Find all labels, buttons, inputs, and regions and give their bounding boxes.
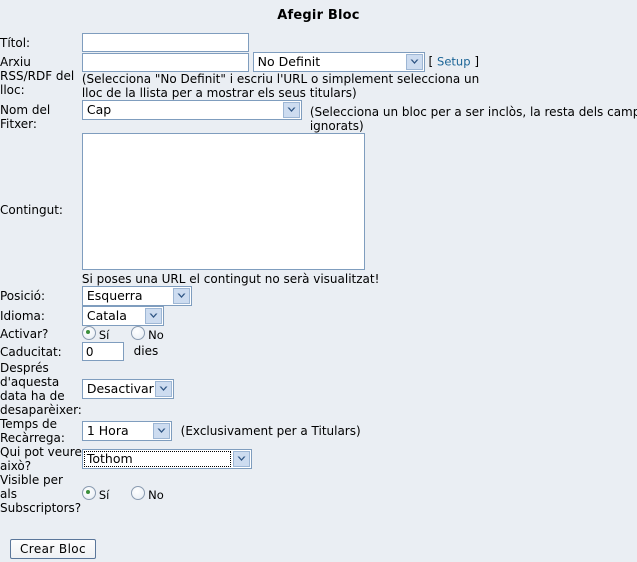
form-row-visibility: Qui pot veure això? Tothom [0, 445, 637, 473]
chevron-down-icon[interactable] [152, 423, 170, 439]
visibility-select-value: Tothom [86, 451, 133, 466]
activate-radio-no[interactable]: No [131, 326, 164, 342]
chevron-down-icon[interactable] [154, 381, 172, 397]
rss-site-select-value: No Definit [257, 54, 321, 69]
subscribers-radio-group: Sí No [81, 486, 182, 502]
content-hint: Si poses una URL el contingut no serà vi… [81, 272, 380, 286]
subscribers-radio-yes[interactable]: Sí [81, 486, 110, 502]
subscribers-radio-no[interactable]: No [131, 486, 164, 502]
after-date-select[interactable]: Desactivar [81, 379, 174, 399]
rss-label: Arxiu RSS/RDF del lloc: [0, 55, 75, 97]
radio-checked-icon[interactable] [81, 326, 96, 340]
activate-radio-yes-label: Sí [98, 328, 110, 342]
form-row-reload-time: Temps de Recàrrega: 1 Hora (Exclusivamen… [0, 417, 637, 445]
visibility-select[interactable]: Tothom [81, 449, 252, 469]
form-row-expiry: Caducitat: dies [0, 342, 637, 361]
expiry-label: Caducitat: [0, 344, 62, 359]
filename-hint-inline [306, 103, 310, 117]
filename-select[interactable]: Cap [81, 100, 302, 120]
chevron-down-icon[interactable] [405, 54, 423, 70]
form-row-filename: Nom del Fitxer: Cap (Selecciona un bloc … [0, 100, 637, 133]
radio-unchecked-icon[interactable] [131, 486, 146, 500]
setup-link[interactable]: Setup [437, 55, 470, 69]
filename-hint: (Selecciona un bloc per a ser inclòs, la… [309, 105, 637, 133]
rss-site-select[interactable]: No Definit [252, 52, 425, 72]
page-title: Afegir Bloc [277, 8, 360, 23]
form-row-language: Idioma: Catala [0, 306, 637, 326]
reload-time-label: Temps de Recàrrega: [0, 417, 65, 445]
add-block-page: Afegir Bloc Títol: Arxiu RSS/RDF del llo… [0, 0, 637, 562]
language-label: Idioma: [0, 309, 45, 323]
position-select[interactable]: Esquerra [81, 286, 192, 306]
chevron-down-icon[interactable] [144, 308, 162, 324]
language-select[interactable]: Catala [81, 306, 164, 326]
radio-unchecked-icon[interactable] [131, 326, 146, 340]
title-input[interactable] [81, 33, 249, 52]
form-row-title: Títol: [0, 33, 637, 52]
chevron-down-icon[interactable] [232, 451, 250, 467]
content-textarea[interactable] [81, 133, 365, 270]
form-row-rss: Arxiu RSS/RDF del lloc: No Definit [ Set… [0, 52, 637, 100]
chevron-down-icon[interactable] [282, 102, 300, 118]
expiry-unit-label: dies [133, 344, 159, 358]
subscribers-label: Visible per als Subscriptors? [0, 473, 82, 515]
create-block-button[interactable]: Crear Bloc [10, 539, 97, 559]
subscribers-radio-no-label: No [148, 488, 164, 502]
chevron-down-icon[interactable] [172, 288, 190, 304]
form-row-after-date: Després d'aquesta data ha de desaparèixe… [0, 361, 637, 417]
subscribers-radio-yes-label: Sí [98, 488, 110, 502]
setup-bracket-open: [ [428, 54, 434, 69]
expiry-days-input[interactable] [81, 342, 124, 361]
filename-select-value: Cap [86, 102, 112, 117]
position-label: Posició: [0, 289, 46, 303]
activate-radio-yes[interactable]: Sí [81, 326, 110, 342]
activate-radio-no-label: No [148, 328, 164, 342]
add-block-form: Títol: Arxiu RSS/RDF del lloc: No Defini… [0, 33, 637, 515]
rss-url-input[interactable] [81, 52, 249, 72]
activate-label: Activar? [0, 327, 49, 341]
form-row-activate: Activar? Sí No [0, 326, 637, 342]
reload-time-hint: (Exclusivament per a Titulars) [180, 423, 361, 438]
title-label: Títol: [0, 35, 31, 50]
rss-hint: (Selecciona "No Definit" i escriu l'URL … [81, 72, 480, 100]
activate-radio-group: Sí No [81, 326, 182, 342]
setup-bracket-close: ] [474, 54, 480, 69]
form-row-subscribers: Visible per als Subscriptors? Sí No [0, 473, 637, 515]
visibility-label: Qui pot veure això? [0, 445, 82, 473]
form-row-content: Contingut: Si poses una URL el contingut… [0, 133, 637, 286]
filename-label: Nom del Fitxer: [0, 102, 51, 131]
radio-checked-icon[interactable] [81, 486, 96, 500]
after-date-label: Després d'aquesta data ha de desaparèixe… [0, 361, 82, 417]
form-row-position: Posició: Esquerra [0, 286, 637, 306]
content-label: Contingut: [0, 202, 63, 217]
reload-time-select[interactable]: 1 Hora [81, 421, 172, 441]
